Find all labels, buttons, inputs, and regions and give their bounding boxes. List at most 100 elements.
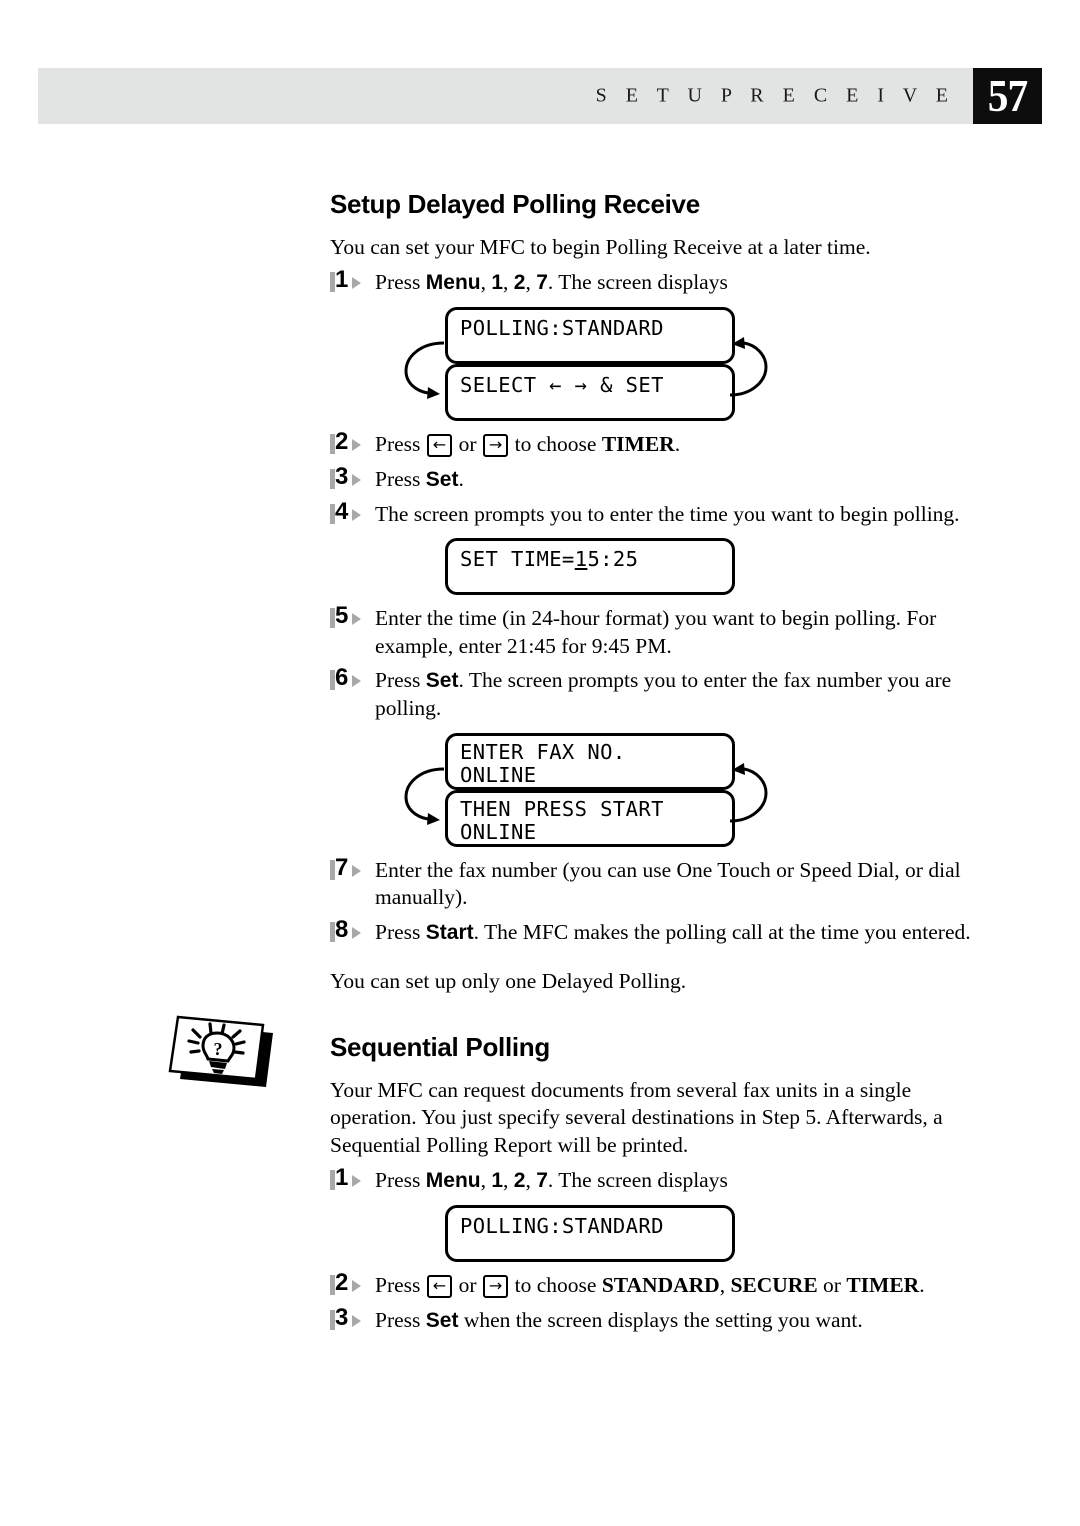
step-arrow-icon xyxy=(352,1314,361,1327)
right-arrow-key-icon: → xyxy=(482,1275,509,1299)
lcd-prefix: SET TIME= xyxy=(460,547,575,572)
step-marker-2: 2 xyxy=(330,428,370,457)
note-text-delayed-polling: You can set up only one Delayed Polling. xyxy=(330,968,687,993)
cycle-arrow-left-icon xyxy=(404,341,445,400)
lightbulb-note-icon: ? xyxy=(148,1003,278,1093)
step-text: or xyxy=(453,432,482,457)
page-header-band: S E T U P R E C E I V E xyxy=(38,68,973,124)
lcd-group-polling-standard-2: POLLING:STANDARD xyxy=(330,1205,1000,1263)
step-number: 1 xyxy=(335,1164,349,1192)
step-marker-7: 7 xyxy=(330,854,370,883)
section-heading-delayed-polling: Setup Delayed Polling Receive xyxy=(330,189,700,219)
step-number: 8 xyxy=(335,915,349,943)
key-set: Set xyxy=(425,1308,459,1332)
key-2: 2 xyxy=(513,1169,526,1193)
step-3-delayed: 3 Press Set. xyxy=(330,462,1000,494)
step-arrow-icon xyxy=(352,473,361,486)
sep: , xyxy=(525,270,537,295)
step-marker-8: 8 xyxy=(330,915,370,945)
step-text-tail: . The screen prompts you to enter the fa… xyxy=(375,668,952,721)
step-text: Press xyxy=(375,668,426,693)
option-timer: TIMER xyxy=(846,1273,920,1298)
step-4-delayed: 4 The screen prompts you to enter the ti… xyxy=(330,498,1000,529)
step-arrow-icon xyxy=(352,864,361,877)
lcd-line: ENTER FAX NO. xyxy=(460,739,626,764)
key-1: 1 xyxy=(491,1169,504,1193)
cycle-arrow-right-icon xyxy=(729,762,768,823)
step-text-tail: . xyxy=(674,432,681,457)
right-arrow-key-icon: → xyxy=(482,434,509,458)
step-text: Press xyxy=(375,432,426,457)
step-text: Press xyxy=(375,1307,426,1332)
step-arrow-icon xyxy=(352,277,361,290)
left-arrow-key-icon: ← xyxy=(426,1275,453,1299)
lcd-line: SELECT ← → & SET xyxy=(460,373,664,398)
step-text: The screen prompts you to enter the time… xyxy=(375,501,960,526)
lcd-select-set: SELECT ← → & SET xyxy=(445,364,735,422)
page-content: Setup Delayed Polling Receive You can se… xyxy=(330,189,1000,1342)
step-arrow-icon xyxy=(352,1175,361,1188)
step-arrow-icon xyxy=(352,439,361,452)
sep: , xyxy=(719,1273,731,1298)
step-arrow-icon xyxy=(352,926,361,939)
sep: , xyxy=(503,270,514,295)
step-arrow-icon xyxy=(352,508,361,521)
page-number: 57 xyxy=(987,70,1028,121)
step-text: to choose xyxy=(509,432,602,457)
key-2: 2 xyxy=(513,271,526,295)
lcd-polling-standard-2: POLLING:STANDARD xyxy=(445,1205,735,1263)
step-text: Press xyxy=(375,466,426,491)
cycle-arrow-left-icon xyxy=(404,767,445,825)
step-3-sequential: 3 Press Set when the screen displays the… xyxy=(330,1303,1000,1335)
step-number: 6 xyxy=(335,664,349,692)
lcd-cycle-group-1: POLLING:STANDARD SELECT ← → & SET xyxy=(330,307,1000,422)
page-number-box: 57 xyxy=(973,68,1042,124)
sep: or xyxy=(817,1273,847,1298)
step-number: 2 xyxy=(335,1269,349,1297)
key-set: Set xyxy=(425,467,459,491)
step-1-delayed: 1 Press Menu, 1, 2, 7. The screen displa… xyxy=(330,267,1000,297)
step-marker-5: 5 xyxy=(330,602,370,631)
step-text: Enter the fax number (you can use One To… xyxy=(375,857,961,910)
key-1: 1 xyxy=(491,271,504,295)
lcd-set-time: SET TIME=15:25 xyxy=(445,538,735,596)
lcd-line: POLLING:STANDARD xyxy=(460,316,664,341)
key-7: 7 xyxy=(536,1169,548,1193)
lcd-cycle-group-2: ENTER FAX NO. ONLINE THEN PRESS START ON… xyxy=(330,732,1000,847)
key-start: Start xyxy=(425,920,474,944)
key-set: Set xyxy=(425,669,459,693)
lcd-line: SET TIME=15:25 xyxy=(460,548,732,571)
step-number: 3 xyxy=(335,462,349,490)
sep: , xyxy=(503,1168,514,1193)
sep: , xyxy=(480,270,492,295)
section-heading-sequential-polling: Sequential Polling xyxy=(330,1032,550,1063)
section-intro-delayed-polling: You can set your MFC to begin Polling Re… xyxy=(330,234,871,259)
step-marker-3: 3 xyxy=(330,1303,370,1333)
step-text-tail: . xyxy=(919,1273,925,1298)
step-text-tail: . The screen displays xyxy=(547,270,728,295)
step-text-tail: when the screen displays the setting you… xyxy=(458,1307,863,1332)
step-marker-1: 1 xyxy=(330,267,370,295)
step-text-tail: . The screen displays xyxy=(547,1168,728,1193)
step-arrow-icon xyxy=(352,1280,361,1293)
step-text: Press xyxy=(375,270,426,295)
step-marker-3: 3 xyxy=(330,462,370,492)
step-number: 5 xyxy=(335,602,349,630)
step-text: Press xyxy=(375,1168,426,1193)
lcd-then-press-start: THEN PRESS START ONLINE xyxy=(445,789,735,847)
lcd-enter-fax-no: ENTER FAX NO. ONLINE xyxy=(445,732,735,790)
step-text: or xyxy=(453,1273,482,1298)
step-number: 3 xyxy=(335,1303,349,1331)
step-text: to choose xyxy=(509,1273,602,1298)
step-7-delayed: 7 Enter the fax number (you can use One … xyxy=(330,854,1000,912)
step-marker-4: 4 xyxy=(330,498,370,527)
lcd-line: ONLINE xyxy=(460,762,537,787)
step-marker-6: 6 xyxy=(330,664,370,693)
step-text: Press xyxy=(375,1273,426,1298)
step-marker-1: 1 xyxy=(330,1164,370,1193)
lcd-line: THEN PRESS START xyxy=(460,796,664,821)
lcd-line: POLLING:STANDARD xyxy=(460,1214,664,1239)
lcd-cursor-char: 1 xyxy=(574,547,588,572)
step-2-sequential: 2 Press ← or → to choose STANDARD, SECUR… xyxy=(330,1269,1000,1300)
